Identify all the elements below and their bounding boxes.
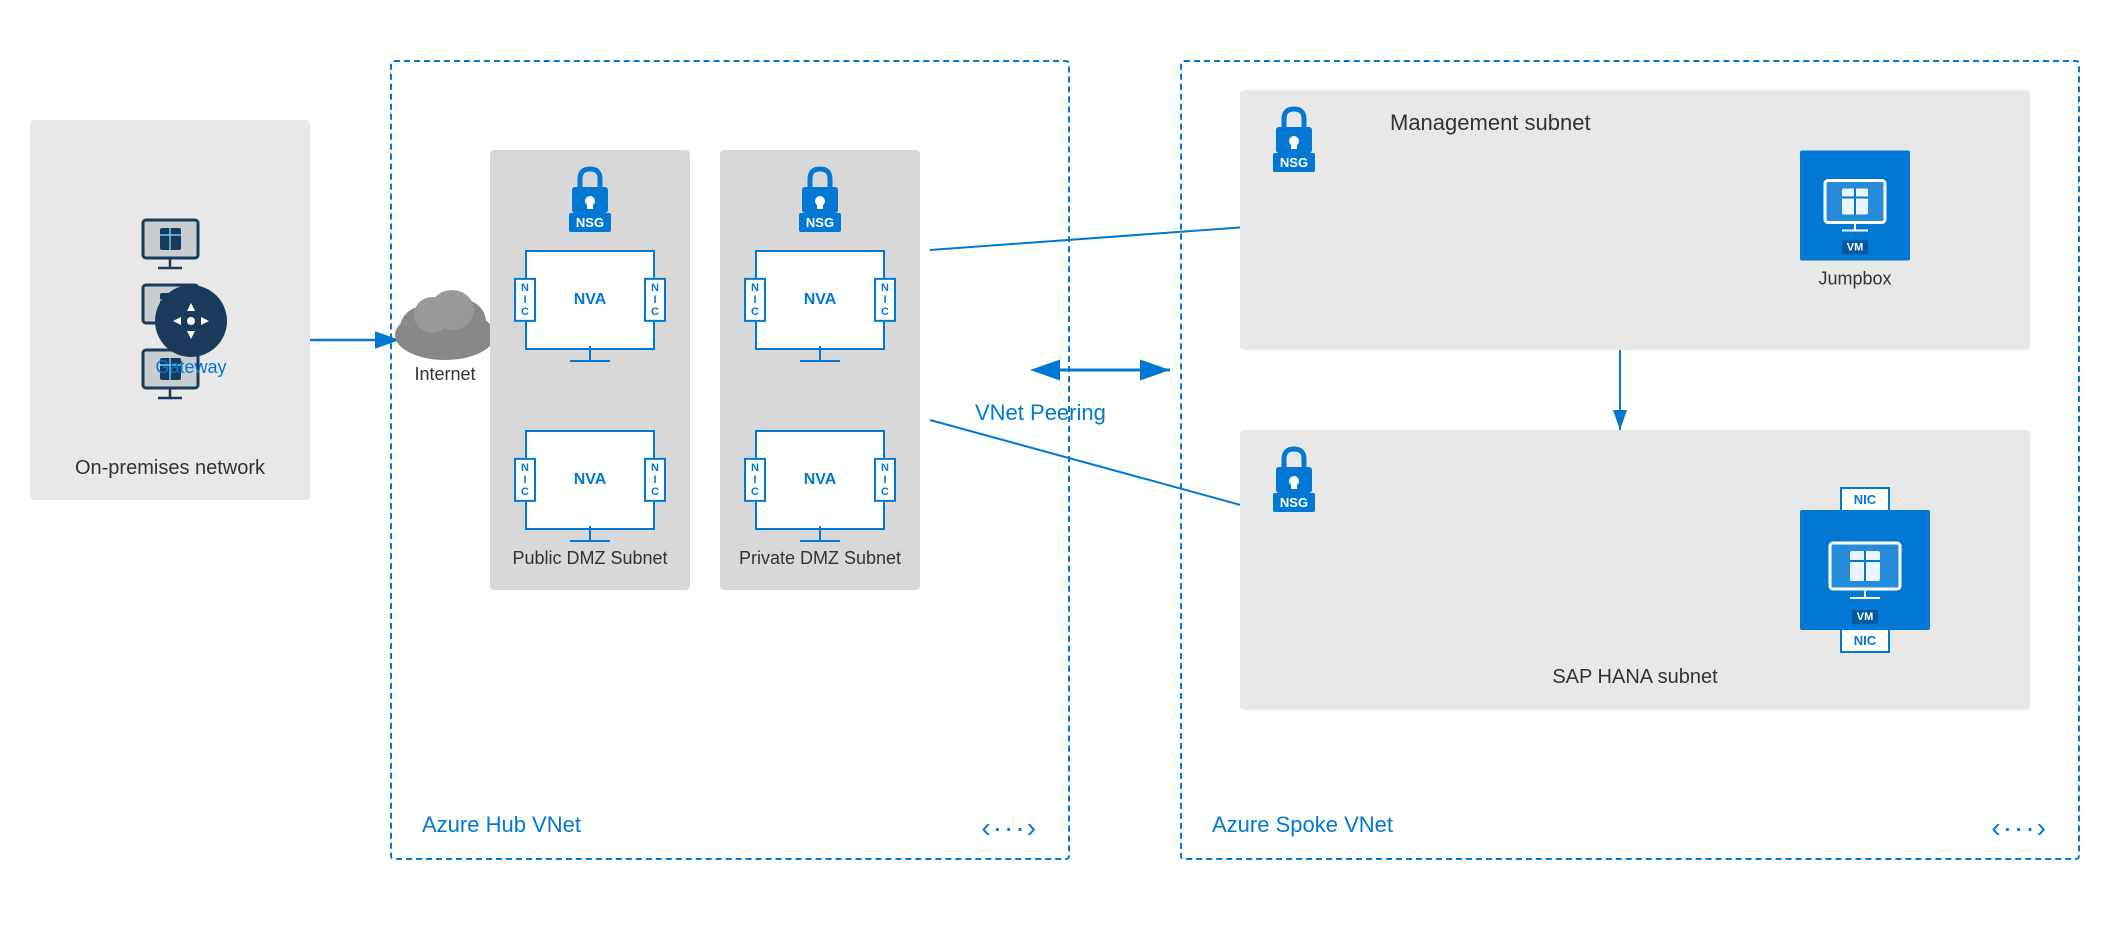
private-dmz-nva-top: NIC NVA NIC bbox=[755, 250, 885, 350]
jumpbox-vm-icon: VM bbox=[1800, 151, 1910, 261]
gateway-label: Gateway bbox=[155, 357, 226, 378]
hub-vnet-label: Azure Hub VNet bbox=[422, 812, 581, 838]
sap-vm-group: NIC VM NIC bbox=[1800, 487, 1930, 653]
sap-subnet-label: SAP HANA subnet bbox=[1240, 664, 2030, 690]
vnet-peering-label: VNet Peering bbox=[975, 400, 1106, 426]
management-subnet-box: NSG Management subnet VM Jumpbox bbox=[1240, 90, 2030, 350]
jumpbox-text-label: Jumpbox bbox=[1818, 269, 1891, 290]
hub-vnet-ellipsis[interactable]: ‹···› bbox=[981, 812, 1038, 844]
public-dmz-box: NSG NIC NVA NIC NIC NVA NIC bbox=[490, 150, 690, 590]
sap-nsg: NSG bbox=[1270, 445, 1318, 512]
management-subnet-label: Management subnet bbox=[1390, 110, 1591, 136]
private-dmz-box: NSG NIC NVA NIC NIC NVA NIC bbox=[720, 150, 920, 590]
gateway-icon bbox=[155, 285, 227, 357]
management-nsg-label: NSG bbox=[1273, 153, 1315, 172]
sap-vm-label: VM bbox=[1852, 610, 1879, 624]
public-dmz-nsg: NSG bbox=[566, 165, 614, 232]
private-dmz-nsg-label: NSG bbox=[799, 213, 841, 232]
private-dmz-nsg: NSG bbox=[796, 165, 844, 232]
on-premises-label: On-premises network bbox=[30, 457, 310, 480]
sap-nic-bottom: NIC bbox=[1840, 628, 1890, 653]
private-dmz-label: Private DMZ Subnet bbox=[720, 547, 920, 570]
spoke-vnet-ellipsis[interactable]: ‹···› bbox=[1991, 812, 2048, 844]
management-nsg: NSG bbox=[1270, 105, 1318, 172]
gateway-group: Gateway bbox=[155, 285, 227, 378]
jumpbox-group: VM Jumpbox bbox=[1800, 151, 1910, 290]
diagram-container: On-premises network Gateway bbox=[0, 0, 2127, 942]
sap-subnet-box: NSG NIC VM NIC SAP HANA subnet bbox=[1240, 430, 2030, 710]
sap-vm-icon: VM bbox=[1800, 510, 1930, 630]
sap-nic-top: NIC bbox=[1840, 487, 1890, 512]
monitor-icon-1 bbox=[138, 218, 203, 273]
private-dmz-nva-bottom: NIC NVA NIC bbox=[755, 430, 885, 530]
public-dmz-nsg-label: NSG bbox=[569, 213, 611, 232]
public-dmz-label: Public DMZ Subnet bbox=[490, 547, 690, 570]
spoke-vnet-label: Azure Spoke VNet bbox=[1212, 812, 1393, 838]
public-dmz-nva-bottom: NIC NVA NIC bbox=[525, 430, 655, 530]
sap-nsg-label: NSG bbox=[1273, 493, 1315, 512]
public-dmz-nva-top: NIC NVA NIC bbox=[525, 250, 655, 350]
jumpbox-vm-label: VM bbox=[1842, 241, 1869, 255]
